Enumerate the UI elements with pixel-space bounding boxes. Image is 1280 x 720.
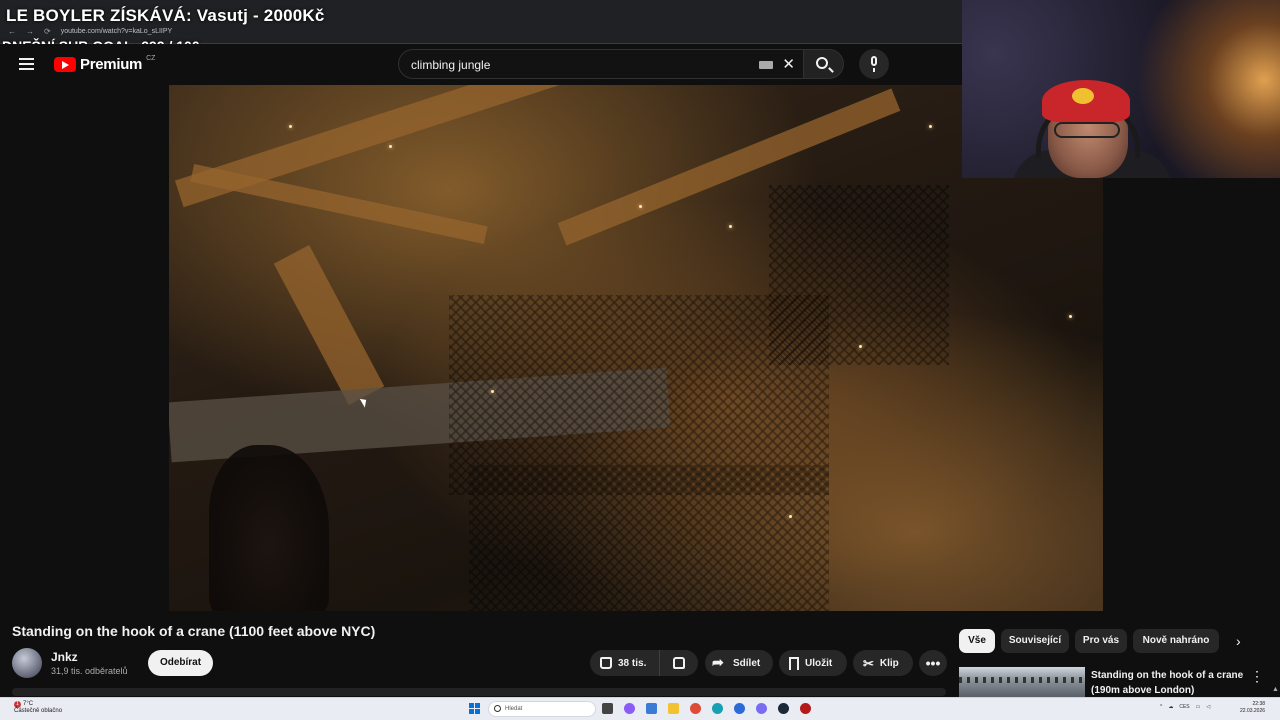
thumbs-down-icon [673, 657, 685, 669]
menu-icon[interactable] [19, 58, 34, 70]
more-actions-button[interactable]: ••• [919, 650, 947, 676]
system-tray: ^ ☁ CES ▭ ◁ [1160, 704, 1210, 710]
language-indicator[interactable]: CES [1179, 704, 1189, 710]
back-icon[interactable]: ← [8, 27, 16, 36]
chip-all[interactable]: Vše [959, 629, 995, 653]
edge-icon[interactable] [712, 703, 723, 714]
climber-hand [209, 445, 329, 611]
chevron-right-icon[interactable]: › [1236, 633, 1241, 649]
like-button[interactable]: 38 tis. [590, 650, 660, 676]
search-button[interactable] [804, 49, 844, 79]
scrollbar-arrow[interactable]: ▲ [1272, 686, 1279, 693]
app-icon[interactable] [800, 703, 811, 714]
share-icon [712, 654, 727, 671]
subscribe-button[interactable]: Odebírat [148, 650, 213, 676]
channel-avatar[interactable] [12, 648, 42, 678]
search-icon [816, 57, 828, 69]
weather-widget[interactable]: 1 7°C Částečně oblačno [14, 701, 62, 715]
windows-start-icon[interactable] [469, 703, 480, 714]
discord-icon[interactable] [756, 703, 767, 714]
youtube-logo[interactable]: Premium CZ [54, 55, 156, 73]
clock[interactable]: 22:38 22.03.2026 [1240, 701, 1265, 715]
weather-temp: 7°C [23, 701, 34, 707]
steam-icon[interactable] [778, 703, 789, 714]
bookmark-icon [789, 656, 799, 670]
screen: ← → ⟳ youtube.com/watch?v=kaLo_sLIIPY LE… [0, 0, 1280, 720]
windows-taskbar: 1 7°C Částečně oblačno Hledat ^ ☁ CES ▭ ◁… [0, 697, 1280, 720]
reload-icon[interactable]: ⟳ [44, 27, 51, 36]
streamer-webcam [962, 0, 1280, 178]
keyboard-icon[interactable] [759, 61, 773, 69]
search-query: climbing jungle [411, 58, 491, 72]
recommended-thumbnail[interactable] [959, 667, 1085, 697]
file-explorer-icon[interactable] [668, 703, 679, 714]
country-code: CZ [146, 55, 156, 62]
task-view-icon[interactable] [602, 703, 613, 714]
dislike-button[interactable] [660, 657, 698, 669]
copilot-icon[interactable] [624, 703, 635, 714]
address-bar-row: ← → ⟳ youtube.com/watch?v=kaLo_sLIIPY [8, 27, 172, 36]
chip-for-you[interactable]: Pro vás [1075, 629, 1127, 653]
save-label: Uložit [805, 657, 833, 669]
chrome-icon[interactable] [690, 703, 701, 714]
thumbs-up-icon [600, 657, 612, 669]
channel-name[interactable]: Jnkz [51, 650, 78, 664]
youtube-header: Premium CZ climbing jungle ✕ [0, 44, 962, 85]
video-title: Standing on the hook of a crane (1100 fe… [12, 623, 376, 639]
network-icon[interactable]: ▭ [1196, 704, 1201, 710]
close-icon[interactable]: ✕ [782, 55, 795, 73]
youtube-play-icon [54, 57, 76, 72]
browser-icon[interactable] [734, 703, 745, 714]
voice-search-button[interactable] [859, 49, 889, 79]
recommended-title[interactable]: Standing on the hook of a crane (190m ab… [1091, 668, 1249, 698]
taskbar-search[interactable]: Hledat [488, 701, 596, 717]
chip-recently-uploaded[interactable]: Nově nahráno [1133, 629, 1219, 653]
clock-time: 22:38 [1252, 701, 1266, 707]
subscriber-count: 31,9 tis. odběratelů [51, 666, 128, 676]
share-label: Sdílet [733, 657, 761, 669]
logo-text: Premium [80, 56, 143, 73]
scissors-icon: ✂ [863, 655, 874, 671]
more-vert-icon[interactable]: ⋮ [1250, 668, 1264, 685]
like-dislike-group: 38 tis. [590, 650, 698, 676]
like-count: 38 tis. [618, 657, 647, 669]
clip-button[interactable]: ✂ Klip [853, 650, 913, 676]
share-button[interactable]: Sdílet [705, 650, 773, 676]
speaker-icon[interactable]: ◁ [1206, 704, 1210, 710]
microphone-icon [871, 56, 877, 66]
save-button[interactable]: Uložit [779, 650, 847, 676]
clock-date: 22.03.2026 [1240, 708, 1266, 714]
chip-related[interactable]: Související [1001, 629, 1069, 653]
description-box-edge [12, 688, 946, 696]
forward-icon[interactable]: → [26, 27, 34, 36]
address-bar[interactable]: youtube.com/watch?v=kaLo_sLIIPY [61, 28, 172, 35]
chevron-up-icon[interactable]: ^ [1160, 704, 1162, 710]
donation-alert: LE BOYLER ZÍSKÁVÁ: Vasutj - 2000Kč [6, 6, 325, 25]
store-icon[interactable] [646, 703, 657, 714]
search-input[interactable]: climbing jungle ✕ [398, 49, 804, 79]
notification-badge: 1 [14, 701, 21, 708]
clip-label: Klip [879, 657, 899, 669]
cloud-icon[interactable]: ☁ [1168, 704, 1173, 710]
weather-desc: Částečně oblačno [14, 708, 63, 714]
